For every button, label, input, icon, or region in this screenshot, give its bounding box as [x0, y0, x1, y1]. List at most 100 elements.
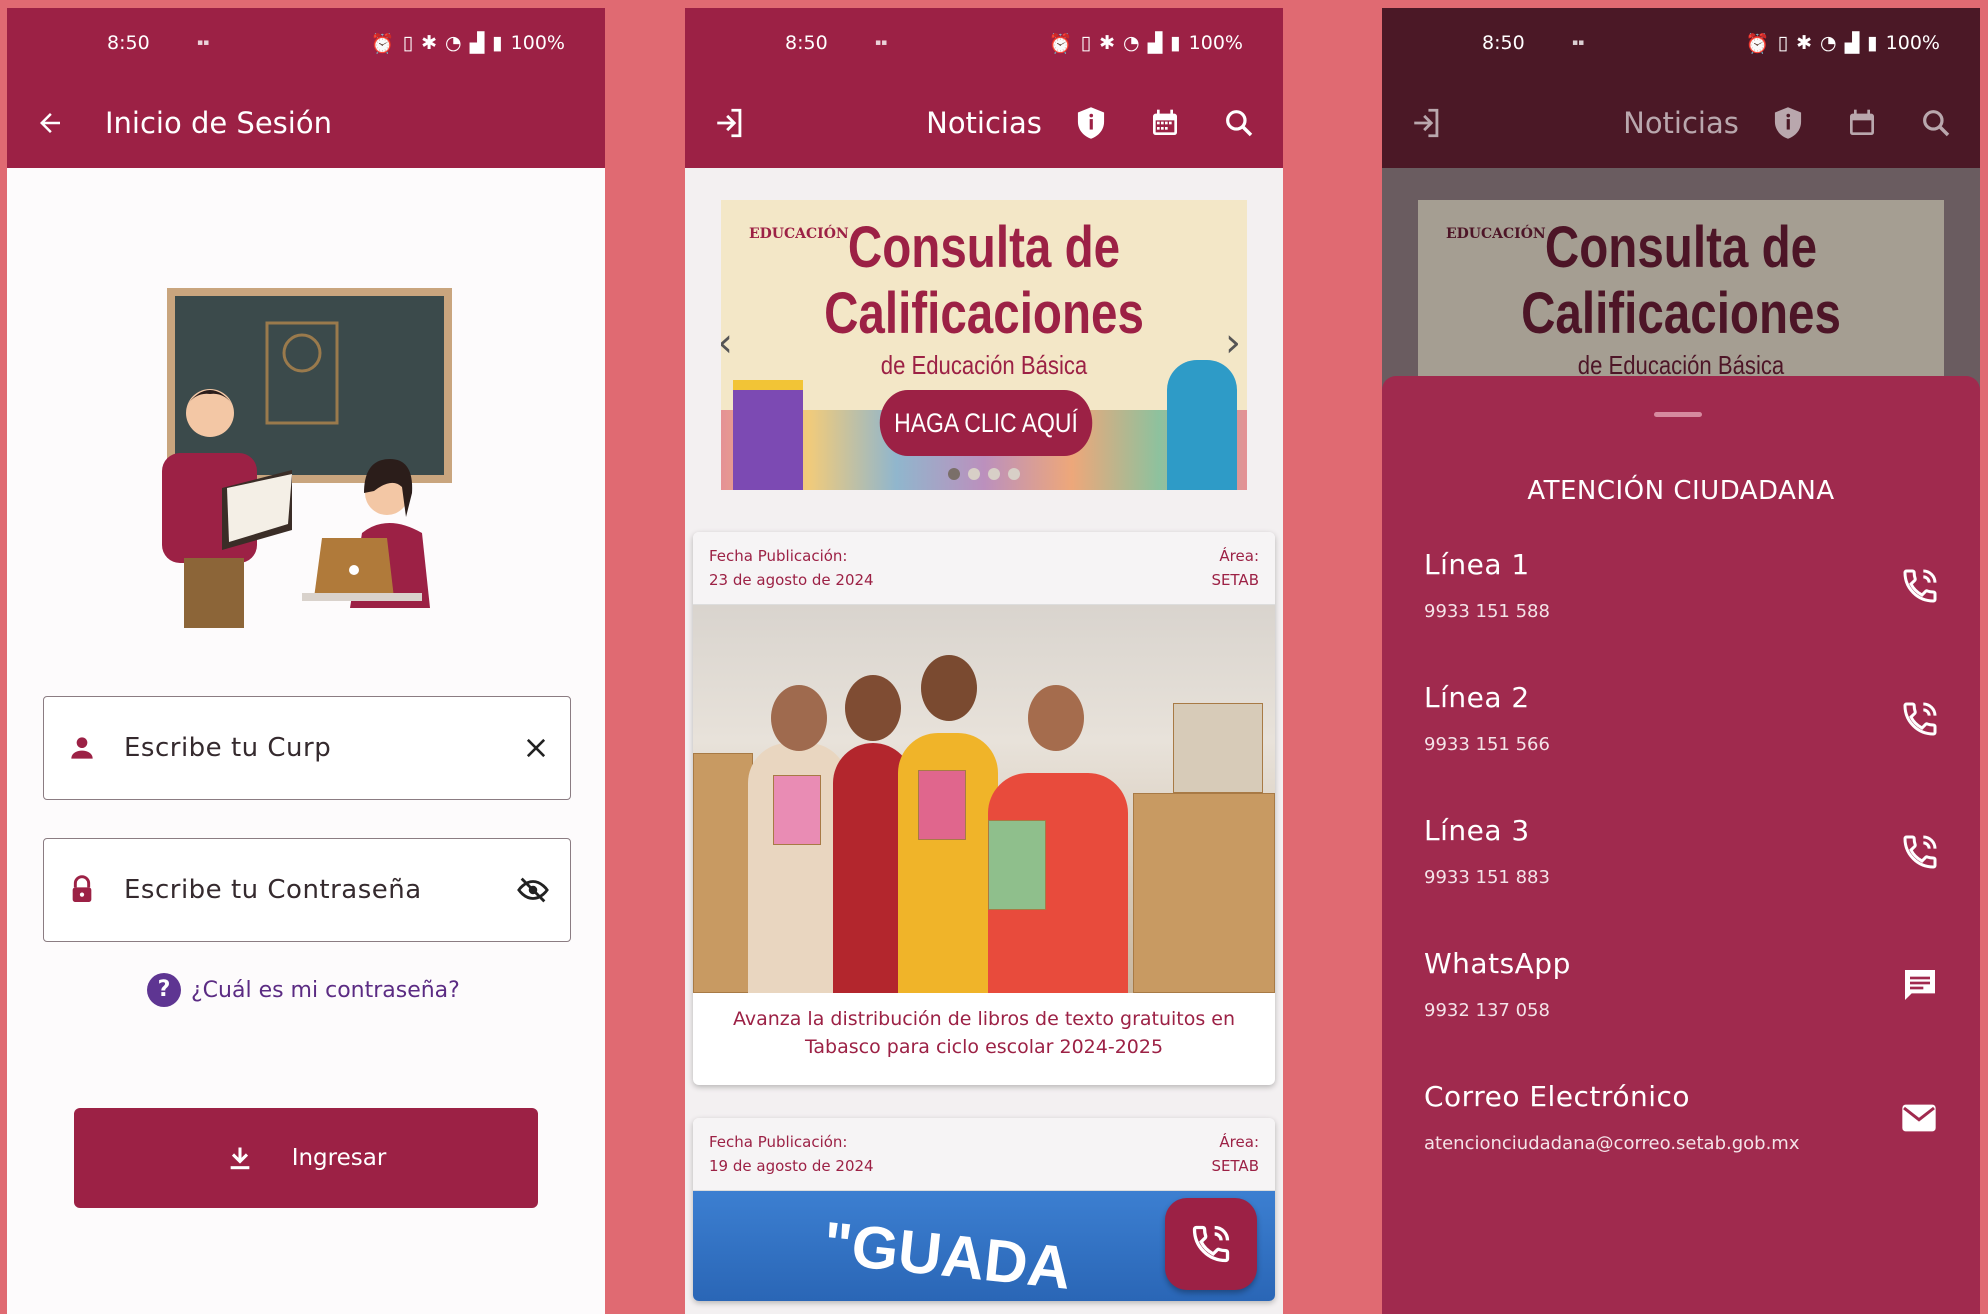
- status-icons: ⏰ ▯ ✱ ◔ ▟ ▮ 100%: [1049, 32, 1243, 55]
- status-time: 8:50: [107, 32, 150, 54]
- contact-item[interactable]: Línea 3 9933 151 883: [1424, 814, 1940, 924]
- back-arrow-icon[interactable]: [35, 108, 65, 138]
- wifi-icon: ◔: [1122, 32, 1140, 54]
- publish-date: 23 de agosto de 2024: [709, 571, 874, 589]
- news-card-meta: Fecha Publicación: 19 de agosto de 2024 …: [693, 1118, 1275, 1191]
- status-notification-icon: ▪▪: [1572, 38, 1585, 48]
- help-link-text: ¿Cuál es mi contraseña?: [191, 977, 460, 1003]
- password-field[interactable]: Escribe tu Contraseña: [43, 838, 571, 942]
- shield-info-icon[interactable]: [1772, 106, 1804, 140]
- wifi-icon: ◔: [444, 32, 462, 54]
- battery-icon: ▮: [492, 32, 503, 54]
- battery-icon: ▮: [1170, 32, 1181, 54]
- phone-call-icon[interactable]: [1900, 699, 1940, 739]
- calendar-icon[interactable]: [1846, 107, 1878, 139]
- lock-icon: [66, 874, 98, 906]
- login-body: Escribe tu Curp Escribe tu Contraseña ? …: [7, 168, 605, 1314]
- shield-info-icon[interactable]: [1075, 106, 1107, 140]
- date-label: Fecha Publicación:: [709, 547, 848, 565]
- carousel-dot[interactable]: [948, 468, 960, 480]
- search-icon[interactable]: [1223, 107, 1255, 139]
- school-sign-text: "GUADA: [820, 1209, 1075, 1301]
- mail-icon[interactable]: [1898, 1098, 1940, 1138]
- grades-banner[interactable]: EDUCACIÓN Consulta de Calificaciones de …: [721, 200, 1247, 490]
- area-label: Área:: [1219, 547, 1259, 565]
- calendar-icon[interactable]: [1149, 107, 1181, 139]
- contact-value: 9933 151 883: [1424, 867, 1550, 888]
- attention-bottom-sheet: ATENCIÓN CIUDADANA Línea 1 9933 151 588 …: [1382, 376, 1980, 1314]
- help-icon: ?: [147, 973, 181, 1007]
- banner-title-line2: Calificaciones: [824, 281, 1144, 346]
- carousel-prev-icon[interactable]: ‹: [721, 320, 733, 366]
- banner-title-line1: Consulta de: [847, 215, 1121, 280]
- vibrate-icon: ▯: [1777, 32, 1789, 54]
- login-icon[interactable]: [713, 106, 747, 140]
- vibrate-icon: ▯: [402, 32, 414, 54]
- contact-value: 9933 151 588: [1424, 601, 1550, 622]
- battery-level: 100%: [510, 32, 565, 54]
- contact-item[interactable]: Línea 2 9933 151 566: [1424, 681, 1940, 791]
- signal-icon: ▟: [1844, 32, 1860, 54]
- vibrate-icon: ▯: [1080, 32, 1092, 54]
- visibility-off-icon[interactable]: [516, 873, 550, 907]
- login-button[interactable]: Ingresar: [74, 1108, 538, 1208]
- signal-icon: ▟: [1147, 32, 1163, 54]
- status-notification-icon: ▪▪: [197, 38, 210, 48]
- app-bar: Noticias: [1382, 78, 1980, 168]
- sheet-title: ATENCIÓN CIUDADANA: [1527, 476, 1835, 506]
- contact-name: Línea 1: [1424, 548, 1530, 581]
- area-value: SETAB: [1211, 571, 1259, 589]
- password-help-link[interactable]: ? ¿Cuál es mi contraseña?: [147, 973, 460, 1007]
- curp-placeholder: Escribe tu Curp: [124, 733, 332, 763]
- contact-name: Correo Electrónico: [1424, 1080, 1691, 1113]
- news-caption: Avanza la distribución de libros de text…: [732, 1008, 1236, 1058]
- contact-value: atencionciudadana@correo.setab.gob.mx: [1424, 1133, 1800, 1154]
- person-icon: [66, 732, 98, 764]
- contact-value: 9933 151 566: [1424, 734, 1550, 755]
- news-screen: 8:50 ▪▪ ⏰ ▯ ✱ ◔ ▟ ▮ 100% Noticias EDUCAC…: [685, 8, 1283, 1314]
- app-bar-actions: [1772, 106, 1952, 140]
- status-notification-icon: ▪▪: [875, 38, 888, 48]
- login-screen: 8:50 ▪▪ ⏰ ▯ ✱ ◔ ▟ ▮ 100% Inicio de Sesió…: [7, 8, 605, 1314]
- contact-name: Línea 3: [1424, 814, 1530, 847]
- phone-call-icon[interactable]: [1900, 832, 1940, 872]
- bluetooth-icon: ✱: [1796, 32, 1812, 54]
- alarm-icon: ⏰: [1745, 32, 1770, 55]
- clear-icon[interactable]: [522, 734, 550, 762]
- battery-level: 100%: [1885, 32, 1940, 54]
- contact-value: 9932 137 058: [1424, 1000, 1550, 1021]
- banner-title-line1: Consulta de: [1544, 215, 1818, 280]
- contact-item[interactable]: WhatsApp 9932 137 058: [1424, 947, 1940, 1057]
- battery-icon: ▮: [1867, 32, 1878, 54]
- news-card[interactable]: Fecha Publicación: 23 de agosto de 2024 …: [693, 532, 1275, 1085]
- contact-item[interactable]: Correo Electrónico atencionciudadana@cor…: [1424, 1080, 1940, 1190]
- sheet-drag-handle[interactable]: [1654, 412, 1702, 417]
- header: 8:50 ▪▪ ⏰ ▯ ✱ ◔ ▟ ▮ 100% Inicio de Sesió…: [7, 8, 605, 168]
- teacher-illustration: [132, 288, 472, 628]
- date-label: Fecha Publicación:: [709, 1133, 848, 1151]
- carousel-next-icon[interactable]: ›: [1225, 320, 1241, 366]
- battery-level: 100%: [1188, 32, 1243, 54]
- banner-cta-button[interactable]: HAGA CLIC AQUÍ: [879, 390, 1093, 456]
- search-icon[interactable]: [1920, 107, 1952, 139]
- app-bar: Inicio de Sesión: [7, 78, 605, 168]
- contact-name: Línea 2: [1424, 681, 1530, 714]
- phone-call-icon[interactable]: [1900, 566, 1940, 606]
- header: 8:50 ▪▪ ⏰ ▯ ✱ ◔ ▟ ▮ 100% Noticias: [1382, 8, 1980, 168]
- carousel-dot[interactable]: [988, 468, 1000, 480]
- status-bar: 8:50 ▪▪ ⏰ ▯ ✱ ◔ ▟ ▮ 100%: [7, 8, 605, 78]
- carousel-dot[interactable]: [968, 468, 980, 480]
- header: 8:50 ▪▪ ⏰ ▯ ✱ ◔ ▟ ▮ 100% Noticias: [685, 8, 1283, 168]
- curp-field[interactable]: Escribe tu Curp: [43, 696, 571, 800]
- contact-fab[interactable]: [1165, 1198, 1257, 1290]
- message-icon[interactable]: [1900, 965, 1940, 1005]
- app-bar-actions: [1075, 106, 1255, 140]
- signal-icon: ▟: [469, 32, 485, 54]
- carousel-dot[interactable]: [1008, 468, 1020, 480]
- alarm-icon: ⏰: [370, 32, 395, 55]
- login-icon[interactable]: [1410, 106, 1444, 140]
- password-placeholder: Escribe tu Contraseña: [124, 875, 422, 905]
- news-photo: [693, 605, 1275, 993]
- contact-item[interactable]: Línea 1 9933 151 588: [1424, 548, 1940, 658]
- wifi-icon: ◔: [1819, 32, 1837, 54]
